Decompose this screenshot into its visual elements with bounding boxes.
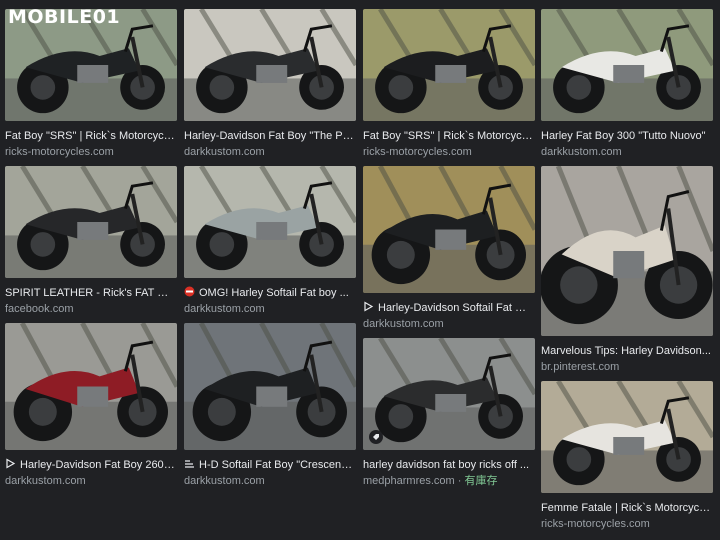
result-source-domain: medpharmres.com bbox=[363, 475, 455, 487]
motorcycle-photo bbox=[184, 9, 356, 121]
result-source-domain: ricks-motorcycles.com bbox=[363, 146, 472, 158]
motorcycle-photo bbox=[541, 9, 713, 121]
image-result-card[interactable]: Fat Boy "SRS" | Rick`s Motorcycles ricks-… bbox=[363, 9, 535, 159]
play-icon bbox=[6, 458, 16, 469]
result-thumbnail[interactable] bbox=[184, 323, 356, 450]
result-thumbnail[interactable] bbox=[184, 166, 356, 278]
result-thumbnail[interactable] bbox=[5, 323, 177, 450]
play-icon bbox=[364, 301, 374, 312]
result-title-text: Harley-Davidson Fat Boy "The Pu... bbox=[184, 130, 354, 142]
result-source[interactable]: ricks-motorcycles.com bbox=[5, 145, 175, 159]
result-thumbnail[interactable] bbox=[363, 338, 535, 450]
image-result-card[interactable]: Femme Fatale | Rick`s Motorcycles ricks-m… bbox=[541, 381, 713, 531]
motorcycle-photo bbox=[541, 381, 713, 493]
result-source[interactable]: medpharmres.com · 有庫存 bbox=[363, 474, 533, 488]
result-title[interactable]: Fat Boy "SRS" | Rick`s Motorcycles bbox=[5, 129, 175, 143]
result-title-text: Harley-Davidson Fat Boy 260 "... bbox=[20, 459, 175, 471]
result-source[interactable]: facebook.com bbox=[5, 302, 175, 316]
result-source-domain: darkkustom.com bbox=[5, 475, 86, 487]
image-result-card[interactable]: Harley-Davidson Fat Boy "The Pu... darkku… bbox=[184, 9, 356, 159]
result-title[interactable]: Harley Fat Boy 300 "Tutto Nuovo" bbox=[541, 129, 711, 143]
in-stock-label: 有庫存 bbox=[464, 475, 498, 487]
result-thumbnail[interactable] bbox=[363, 166, 535, 293]
result-title[interactable]: Harley-Davidson Fat Boy "The Pu... bbox=[184, 129, 354, 143]
result-source-domain: darkkustom.com bbox=[363, 318, 444, 330]
result-source[interactable]: darkkustom.com bbox=[184, 302, 354, 316]
result-thumbnail[interactable] bbox=[5, 166, 177, 278]
result-title-text: Fat Boy "SRS" | Rick`s Motorcycles bbox=[5, 130, 175, 142]
result-thumbnail[interactable] bbox=[541, 166, 713, 336]
logo-text: MOBILE01 bbox=[8, 6, 121, 28]
result-source-domain: darkkustom.com bbox=[541, 146, 622, 158]
result-source-domain: facebook.com bbox=[5, 303, 74, 315]
result-title[interactable]: Femme Fatale | Rick`s Motorcycles bbox=[541, 501, 711, 515]
result-source-domain: ricks-motorcycles.com bbox=[541, 518, 650, 530]
result-title[interactable]: OMG! Harley Softail Fat boy ... bbox=[184, 286, 354, 300]
result-source-domain: darkkustom.com bbox=[184, 475, 265, 487]
motorcycle-photo bbox=[363, 166, 535, 293]
result-source[interactable]: darkkustom.com bbox=[363, 317, 533, 331]
image-result-card[interactable]: H-D Softail Fat Boy "Crescend... darkkust… bbox=[184, 323, 356, 488]
result-title[interactable]: H-D Softail Fat Boy "Crescend... bbox=[184, 458, 354, 472]
motorcycle-photo bbox=[5, 323, 177, 450]
result-title[interactable]: Fat Boy "SRS" | Rick`s Motorcycles bbox=[363, 129, 533, 143]
motorcycle-photo bbox=[541, 166, 713, 336]
result-title-text: Harley-Davidson Softail Fat Bo... bbox=[378, 302, 533, 314]
price-tag-icon bbox=[369, 430, 383, 444]
result-source-domain: ricks-motorcycles.com bbox=[5, 146, 114, 158]
result-source[interactable]: darkkustom.com bbox=[184, 474, 354, 488]
image-result-card[interactable]: harley davidson fat boy ricks off ... med… bbox=[363, 338, 535, 488]
result-title-text: H-D Softail Fat Boy "Crescend... bbox=[199, 459, 354, 471]
motorcycle-photo bbox=[363, 9, 535, 121]
result-title[interactable]: Marvelous Tips: Harley Davidson... bbox=[541, 344, 711, 358]
site-logo[interactable]: MOBILE01 bbox=[8, 5, 120, 29]
result-title[interactable]: Harley-Davidson Fat Boy 260 "... bbox=[5, 458, 175, 472]
motorcycle-photo bbox=[363, 338, 535, 450]
result-title-text: harley davidson fat boy ricks off ... bbox=[363, 459, 530, 471]
motorcycle-photo bbox=[5, 166, 177, 278]
result-source-domain: darkkustom.com bbox=[184, 146, 265, 158]
motorcycle-photo bbox=[184, 166, 356, 278]
result-thumbnail[interactable] bbox=[363, 9, 535, 121]
result-title[interactable]: Harley-Davidson Softail Fat Bo... bbox=[363, 301, 533, 315]
motorcycle-photo bbox=[184, 323, 356, 450]
wave-icon bbox=[185, 460, 194, 468]
result-thumbnail[interactable] bbox=[541, 9, 713, 121]
result-source[interactable]: br.pinterest.com bbox=[541, 360, 711, 374]
result-title-text: Femme Fatale | Rick`s Motorcycles bbox=[541, 502, 711, 514]
image-result-card[interactable]: SPIRIT LEATHER - Rick's FAT BO... faceboo… bbox=[5, 166, 177, 316]
result-source[interactable]: darkkustom.com bbox=[184, 145, 354, 159]
result-title[interactable]: harley davidson fat boy ricks off ... bbox=[363, 458, 533, 472]
result-title-text: SPIRIT LEATHER - Rick's FAT BO... bbox=[5, 287, 175, 299]
result-thumbnail[interactable] bbox=[541, 381, 713, 493]
image-result-card[interactable]: Harley-Davidson Softail Fat Bo... darkkus… bbox=[363, 166, 535, 331]
result-source[interactable]: darkkustom.com bbox=[5, 474, 175, 488]
stop-icon bbox=[184, 286, 195, 297]
result-title-text: Marvelous Tips: Harley Davidson... bbox=[541, 345, 711, 357]
image-result-card[interactable]: Harley-Davidson Fat Boy 260 "... darkkust… bbox=[5, 323, 177, 488]
result-title[interactable]: SPIRIT LEATHER - Rick's FAT BO... bbox=[5, 286, 175, 300]
result-source[interactable]: ricks-motorcycles.com bbox=[363, 145, 533, 159]
result-title-text: Fat Boy "SRS" | Rick`s Motorcycles bbox=[363, 130, 533, 142]
result-source-domain: br.pinterest.com bbox=[541, 361, 620, 373]
image-result-card[interactable]: Marvelous Tips: Harley Davidson... br.pin… bbox=[541, 166, 713, 374]
image-result-card[interactable]: Harley Fat Boy 300 "Tutto Nuovo" darkkust… bbox=[541, 9, 713, 159]
image-result-card[interactable]: Fat Boy "SRS" | Rick`s Motorcycles ricks-… bbox=[5, 9, 177, 159]
result-title-text: Harley Fat Boy 300 "Tutto Nuovo" bbox=[541, 130, 706, 142]
result-source[interactable]: darkkustom.com bbox=[541, 145, 711, 159]
image-result-card[interactable]: OMG! Harley Softail Fat boy ... darkkusto… bbox=[184, 166, 356, 316]
result-source[interactable]: ricks-motorcycles.com bbox=[541, 517, 711, 531]
result-title-text: OMG! Harley Softail Fat boy ... bbox=[199, 287, 349, 299]
result-source-domain: darkkustom.com bbox=[184, 303, 265, 315]
result-thumbnail[interactable] bbox=[184, 9, 356, 121]
